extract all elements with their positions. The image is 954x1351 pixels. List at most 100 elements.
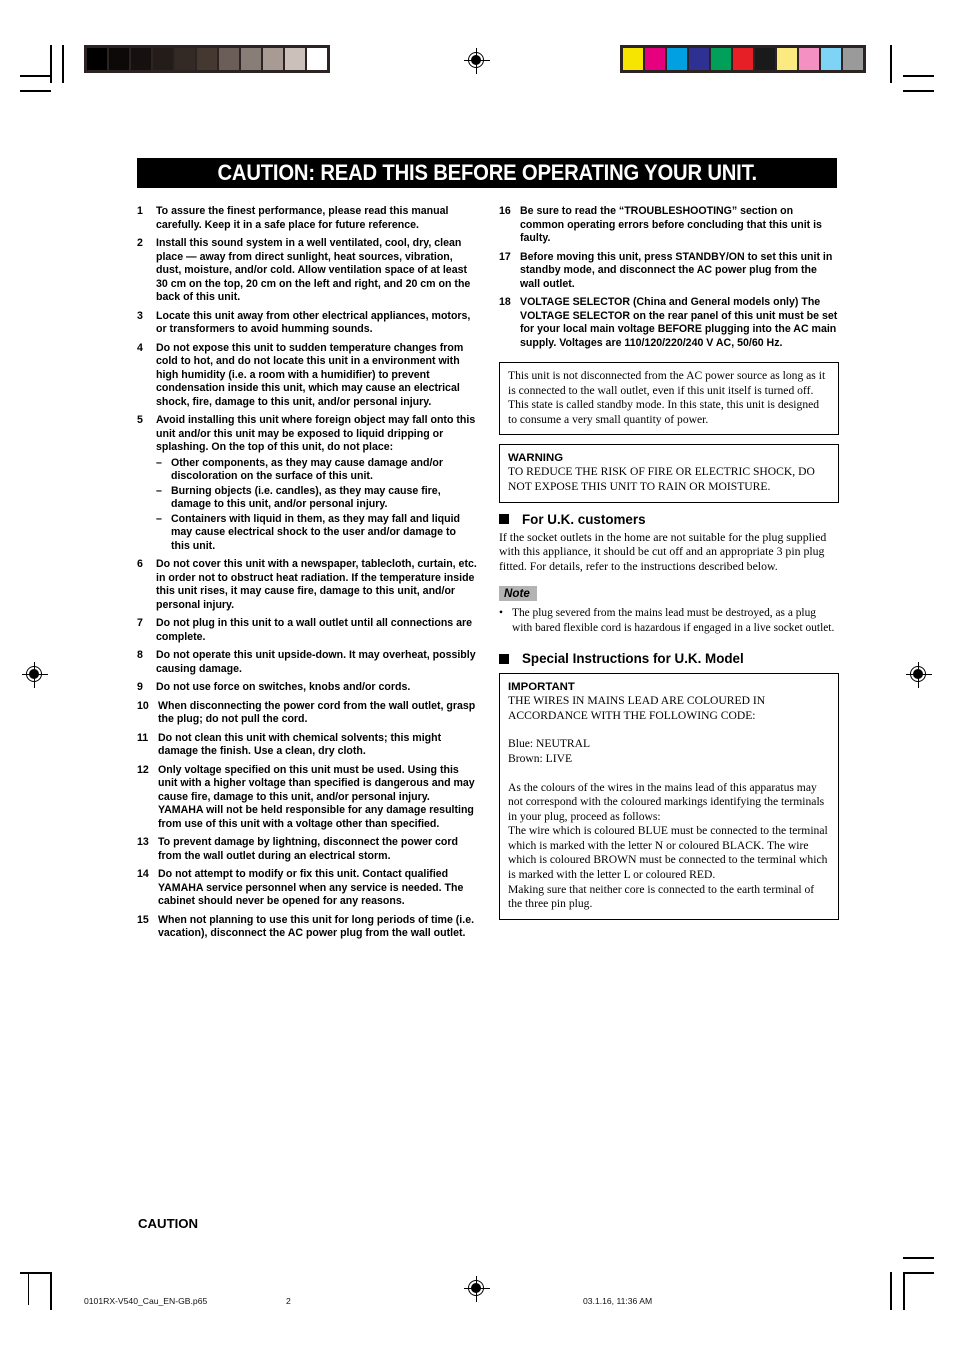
item-number: 10 bbox=[137, 699, 149, 712]
caution-item-5-sublist: – Other components, as they may cause da… bbox=[137, 457, 477, 554]
caution-item-9: 9 Do not use force on switches, knobs an… bbox=[137, 681, 477, 695]
square-bullet-icon bbox=[499, 653, 509, 664]
uk-model-paragraph-3: Making sure that neither core is connect… bbox=[508, 882, 815, 911]
important-heading: IMPORTANT bbox=[508, 681, 575, 694]
sublist-item-text: Burning objects (i.e. candles), as they … bbox=[171, 484, 441, 511]
footer-filename: 0101RX-V540_Cau_EN-GB.p65 bbox=[84, 1296, 208, 1306]
caution-item-1: 1 To assure the finest performance, plea… bbox=[137, 205, 477, 232]
crop-mark-top-left-corner-vertical bbox=[62, 45, 64, 83]
uk-model-heading: Special Instructions for U.K. Model bbox=[499, 651, 839, 666]
box-spacer bbox=[508, 767, 830, 781]
caution-item-10: 10 When disconnecting the power cord fro… bbox=[137, 700, 477, 727]
crop-mark-top-left-horizontal bbox=[20, 75, 51, 77]
grayscale-swatch-2 bbox=[131, 48, 151, 70]
bullet-marker: • bbox=[499, 606, 503, 619]
warning-heading: WARNING bbox=[508, 452, 564, 465]
item-text: Do not expose this unit to sudden temper… bbox=[156, 341, 464, 408]
grayscale-swatch-8 bbox=[263, 48, 283, 70]
item-number: 3 bbox=[137, 309, 143, 322]
item-number: 7 bbox=[137, 617, 143, 629]
sublist-item: – Other components, as they may cause da… bbox=[156, 457, 477, 484]
caution-item-5: 5 Avoid installing this unit where forei… bbox=[137, 414, 477, 455]
standby-notice-box: This unit is not disconnected from the A… bbox=[499, 362, 839, 436]
crop-mark-bottom-right-horizontal-a bbox=[903, 1272, 934, 1274]
uk-customers-heading-text: For U.K. customers bbox=[522, 511, 646, 527]
item-number: 6 bbox=[137, 558, 143, 570]
grayscale-swatch-5 bbox=[197, 48, 217, 70]
crop-mark-top-left-vertical bbox=[50, 45, 52, 83]
dash-marker: – bbox=[156, 456, 162, 469]
item-number: 11 bbox=[137, 731, 149, 744]
item-text: Before moving this unit, press STANDBY/O… bbox=[520, 250, 833, 290]
dash-marker: – bbox=[156, 512, 162, 525]
page-title-bar: CAUTION: READ THIS BEFORE OPERATING YOUR… bbox=[137, 158, 837, 188]
registration-target-right-middle bbox=[906, 662, 932, 688]
crop-mark-bottom-left-vertical bbox=[50, 1272, 52, 1310]
caution-item-18: 18 VOLTAGE SELECTOR (China and General m… bbox=[499, 296, 839, 350]
grayscale-swatch-4 bbox=[175, 48, 195, 70]
item-text: Do not attempt to modify or fix this uni… bbox=[158, 868, 464, 907]
grayscale-swatch-6 bbox=[219, 48, 239, 70]
dash-marker: – bbox=[156, 484, 162, 497]
crop-mark-bottom-right-vertical-b bbox=[903, 1272, 905, 1310]
item-text: When disconnecting the power cord from t… bbox=[158, 699, 476, 726]
color-swatch-2 bbox=[667, 48, 687, 70]
uk-customers-heading: For U.K. customers bbox=[499, 512, 839, 527]
caution-item-15: 15 When not planning to use this unit fo… bbox=[137, 914, 477, 941]
item-number: 8 bbox=[137, 649, 143, 661]
color-swatch-3 bbox=[689, 48, 709, 70]
sublist-item-text: Other components, as they may cause dama… bbox=[171, 456, 443, 483]
footer-timestamp: 03.1.16, 11:36 AM bbox=[583, 1296, 653, 1306]
caution-item-14: 14 Do not attempt to modify or fix this … bbox=[137, 868, 477, 909]
note-bullet-item: • The plug severed from the mains lead m… bbox=[499, 606, 839, 635]
caution-item-8: 8 Do not operate this unit upside-down. … bbox=[137, 649, 477, 676]
page-footer-section-label: CAUTION bbox=[138, 1216, 199, 1231]
item-number: 14 bbox=[137, 868, 149, 880]
item-text: To prevent damage by lightning, disconne… bbox=[158, 836, 458, 862]
note-label: Note bbox=[499, 585, 537, 601]
grayscale-swatch-3 bbox=[153, 48, 173, 70]
caution-item-17: 17 Before moving this unit, press STANDB… bbox=[499, 251, 839, 292]
code-live: Brown: LIVE bbox=[508, 751, 573, 765]
crop-mark-top-right-vertical bbox=[890, 45, 892, 83]
item-number: 5 bbox=[137, 414, 143, 426]
item-text: Locate this unit away from other electri… bbox=[156, 309, 471, 336]
item-number: 16 bbox=[499, 205, 511, 217]
sublist-item: – Containers with liquid in them, as the… bbox=[156, 513, 477, 554]
color-swatch-7 bbox=[777, 48, 797, 70]
item-text: VOLTAGE SELECTOR (China and General mode… bbox=[520, 296, 838, 349]
caution-item-6: 6 Do not cover this unit with a newspape… bbox=[137, 558, 477, 612]
right-column: 16 Be sure to read the “TROUBLESHOOTING”… bbox=[499, 205, 839, 929]
item-number: 9 bbox=[137, 681, 143, 693]
uk-model-important-box: IMPORTANT THE WIRES IN MAINS LEAD ARE CO… bbox=[499, 673, 839, 920]
uk-model-paragraph-2: The wire which is coloured BLUE must be … bbox=[508, 824, 828, 882]
item-text: To assure the finest performance, please… bbox=[156, 205, 449, 231]
code-neutral: Blue: NEUTRAL bbox=[508, 737, 591, 751]
grayscale-swatch-7 bbox=[241, 48, 261, 70]
warning-box: WARNING TO REDUCE THE RISK OF FIRE OR EL… bbox=[499, 444, 839, 503]
item-number: 1 bbox=[137, 205, 143, 217]
grayscale-swatch-0 bbox=[87, 48, 107, 70]
registration-target-left-middle bbox=[22, 662, 48, 688]
sublist-item-text: Containers with liquid in them, as they … bbox=[171, 512, 461, 552]
item-text: Install this sound system in a well vent… bbox=[156, 237, 471, 303]
color-calibration-strip bbox=[620, 45, 866, 73]
color-swatch-1 bbox=[645, 48, 665, 70]
grayscale-calibration-strip bbox=[84, 45, 330, 73]
uk-customers-paragraph: If the socket outlets in the home are no… bbox=[499, 529, 827, 574]
footer-page-number: 2 bbox=[286, 1296, 291, 1306]
note-bullet-text: The plug severed from the mains lead mus… bbox=[512, 606, 835, 634]
important-code-intro: THE WIRES IN MAINS LEAD ARE COLOURED IN … bbox=[508, 694, 766, 722]
caution-item-4: 4 Do not expose this unit to sudden temp… bbox=[137, 342, 477, 410]
item-number: 2 bbox=[137, 237, 143, 249]
warning-text: TO REDUCE THE RISK OF FIRE OR ELECTRIC S… bbox=[508, 465, 815, 493]
box-spacer bbox=[508, 723, 830, 737]
item-text: Be sure to read the “TROUBLESHOOTING” se… bbox=[520, 205, 822, 244]
color-swatch-8 bbox=[799, 48, 819, 70]
item-text: Do not clean this unit with chemical sol… bbox=[158, 731, 442, 758]
page-title: CAUTION: READ THIS BEFORE OPERATING YOUR… bbox=[217, 160, 757, 185]
uk-model-heading-text: Special Instructions for U.K. Model bbox=[522, 651, 744, 667]
crop-mark-bottom-right-vertical-a bbox=[890, 1272, 892, 1310]
item-text: Do not use force on switches, knobs and/… bbox=[156, 681, 411, 693]
grayscale-swatch-1 bbox=[109, 48, 129, 70]
